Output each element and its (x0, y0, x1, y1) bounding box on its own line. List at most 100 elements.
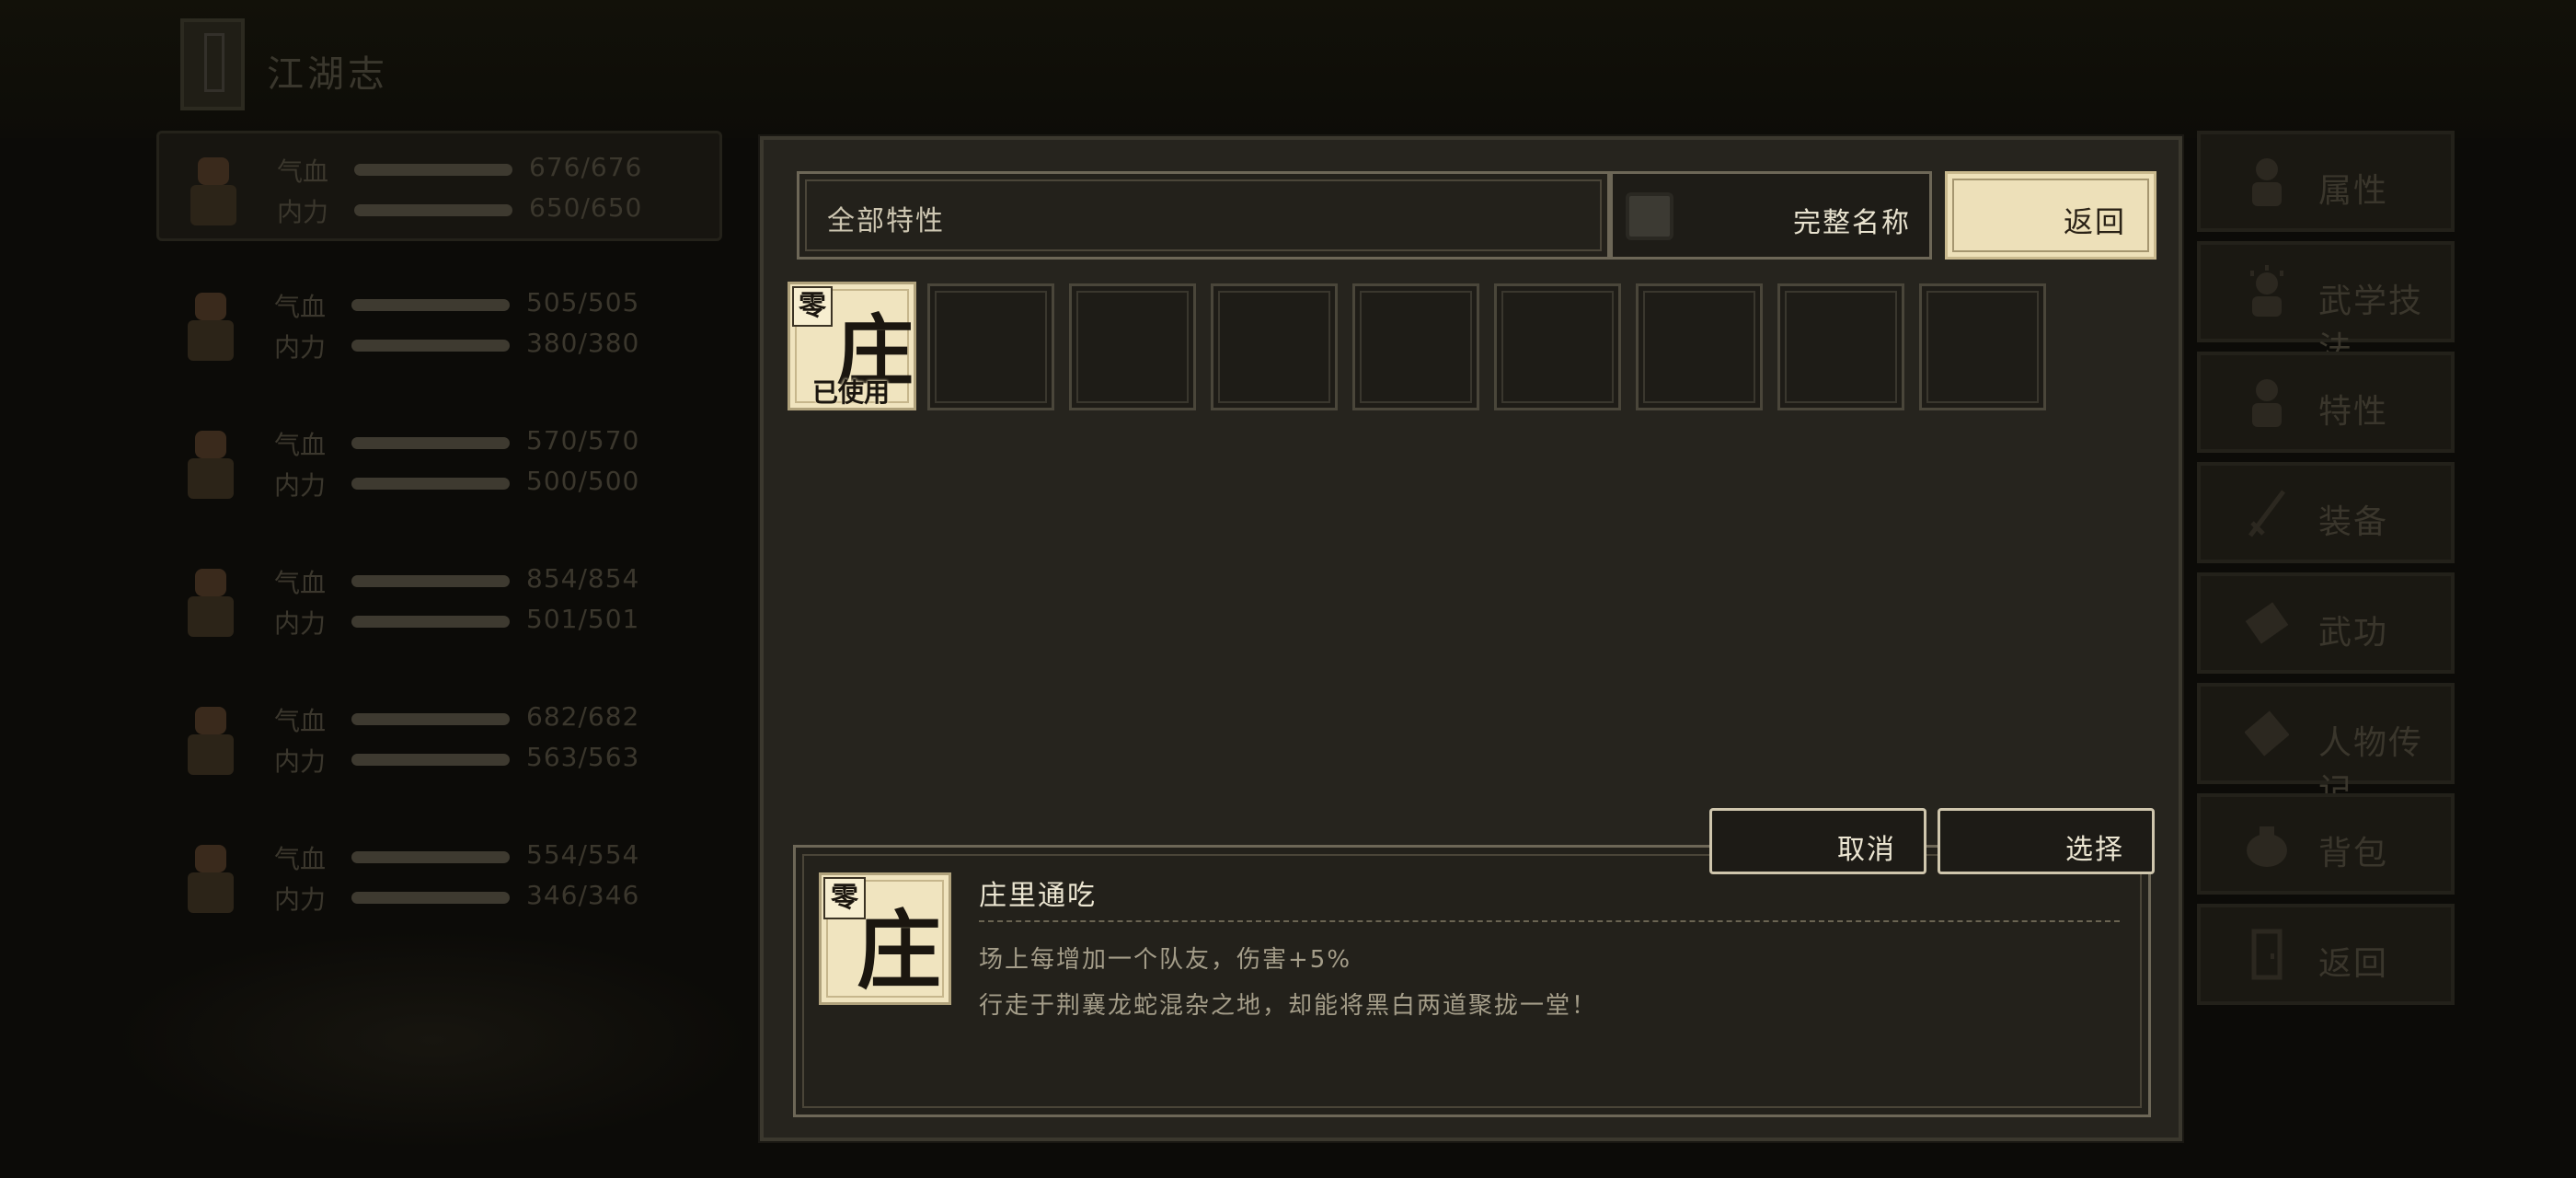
trait-slot-empty[interactable] (1636, 283, 1763, 410)
character-avatar (177, 423, 243, 502)
mp-label: 内力 (274, 470, 327, 501)
mp-value: 563/563 (526, 742, 640, 772)
back-button[interactable]: 返回 (1945, 171, 2156, 260)
cancel-button-label: 取消 (1837, 834, 1896, 866)
menu-attributes-button[interactable]: 属性 (2197, 131, 2455, 232)
character-row[interactable]: 气血 682/682 内力 563/563 (156, 683, 722, 793)
mp-bar (351, 754, 510, 766)
hp-label: 气血 (274, 844, 327, 874)
mp-value: 501/501 (526, 604, 640, 634)
menu-martial-arts-button[interactable]: 武功 (2197, 572, 2455, 674)
character-avatar (177, 699, 243, 779)
character-avatar (177, 285, 243, 364)
hp-bar (351, 713, 510, 725)
trait-slot-empty[interactable] (1069, 283, 1196, 410)
hp-bar (351, 575, 510, 587)
character-row[interactable]: 气血 854/854 内力 501/501 (156, 545, 722, 655)
select-button-label: 选择 (2065, 834, 2124, 866)
trait-slot-empty[interactable] (1494, 283, 1621, 410)
person-icon (2252, 158, 2282, 206)
character-avatar (177, 561, 243, 641)
side-menu-label: 属性 (2318, 172, 2389, 210)
menu-inventory-button[interactable]: 背包 (2197, 793, 2455, 895)
detail-divider (979, 920, 2120, 922)
journal-book-icon (180, 18, 245, 110)
trait-rank-tag: 零 (792, 286, 833, 327)
character-row[interactable]: 气血 570/570 内力 500/500 (156, 407, 722, 517)
menu-equipment-button[interactable]: 装备 (2197, 462, 2455, 563)
full-name-toggle[interactable]: 完整名称 (1610, 171, 1932, 260)
hp-bar (351, 851, 510, 863)
mp-label: 内力 (277, 197, 329, 227)
trait-effect: 场上每增加一个队友，伤害+5% (979, 946, 1352, 974)
select-button[interactable]: 选择 (1938, 808, 2155, 874)
hp-bar (351, 437, 510, 449)
trait-slot-selected[interactable]: 零 庄 已使用 (788, 282, 916, 410)
trait-slot-empty[interactable] (1211, 283, 1338, 410)
mp-value: 380/380 (526, 328, 640, 358)
person-trait-icon (2252, 379, 2282, 427)
trait-slot-empty[interactable] (927, 283, 1054, 410)
hp-label: 气血 (274, 568, 327, 598)
trait-detail-glyph: 庄 (857, 901, 942, 1000)
bag-icon (2247, 826, 2287, 867)
scroll-icon (2245, 602, 2289, 644)
mp-bar (354, 204, 512, 216)
full-name-checkbox[interactable] (1626, 192, 1673, 240)
character-avatar (179, 150, 246, 229)
book-icon (2245, 710, 2289, 756)
door-icon (2251, 929, 2283, 980)
character-row[interactable]: 气血 676/676 内力 650/650 (156, 131, 722, 241)
cancel-button[interactable]: 取消 (1709, 808, 1926, 874)
hp-bar (354, 164, 512, 176)
mp-bar (351, 478, 510, 490)
hp-label: 气血 (274, 292, 327, 322)
side-menu-label: 返回 (2318, 945, 2389, 983)
hp-bar (351, 299, 510, 311)
trait-slot-empty[interactable] (1777, 283, 1904, 410)
menu-biography-button[interactable]: 人物传记 (2197, 683, 2455, 810)
filter-selected-value: 全部特性 (827, 205, 945, 237)
hp-value: 682/682 (526, 701, 640, 732)
menu-traits-button[interactable]: 特性 (2197, 352, 2455, 453)
trait-slot-empty[interactable] (1919, 283, 2046, 410)
top-bar: 江湖志 (0, 0, 2576, 138)
hp-value: 854/854 (526, 563, 640, 594)
trait-filter-dropdown[interactable]: 全部特性 (797, 171, 1610, 260)
mp-label: 内力 (274, 884, 327, 915)
menu-return-button[interactable]: 返回 (2197, 904, 2455, 1005)
background-decoration (110, 930, 754, 1150)
hp-value: 505/505 (526, 287, 640, 318)
person-spark-icon (2250, 265, 2283, 317)
trait-name: 庄里通吃 (979, 880, 1097, 912)
trait-detail-card: 零 庄 (819, 872, 951, 1005)
mp-label: 内力 (274, 608, 327, 639)
mp-value: 650/650 (529, 192, 643, 223)
character-row[interactable]: 气血 554/554 内力 346/346 (156, 821, 722, 931)
top-bar-title: 江湖志 (267, 53, 388, 96)
side-menu-label: 背包 (2318, 835, 2389, 872)
menu-martial-techniques-button[interactable]: 武学技法 (2197, 241, 2455, 368)
hp-label: 气血 (274, 706, 327, 736)
hp-label: 气血 (274, 430, 327, 460)
character-avatar (177, 837, 243, 917)
side-menu-label: 武功 (2318, 614, 2389, 652)
trait-used-label: 已使用 (812, 377, 891, 408)
trait-slot-empty[interactable] (1352, 283, 1479, 410)
mp-value: 500/500 (526, 466, 640, 496)
mp-value: 346/346 (526, 880, 640, 910)
side-menu-label: 装备 (2318, 503, 2389, 541)
trait-description: 行走于荆襄龙蛇混杂之地，却能将黑白两道聚拢一堂！ (979, 992, 1598, 1020)
mp-label: 内力 (274, 746, 327, 777)
mp-label: 内力 (274, 332, 327, 363)
mp-bar (351, 340, 510, 352)
mp-bar (351, 892, 510, 904)
hp-label: 气血 (277, 156, 329, 187)
mp-bar (351, 616, 510, 628)
hp-value: 554/554 (526, 839, 640, 870)
character-row[interactable]: 气血 505/505 内力 380/380 (156, 269, 722, 379)
full-name-label: 完整名称 (1793, 207, 1911, 239)
hp-value: 570/570 (526, 425, 640, 456)
back-button-label: 返回 (2063, 204, 2126, 239)
side-menu-label: 特性 (2318, 393, 2389, 431)
